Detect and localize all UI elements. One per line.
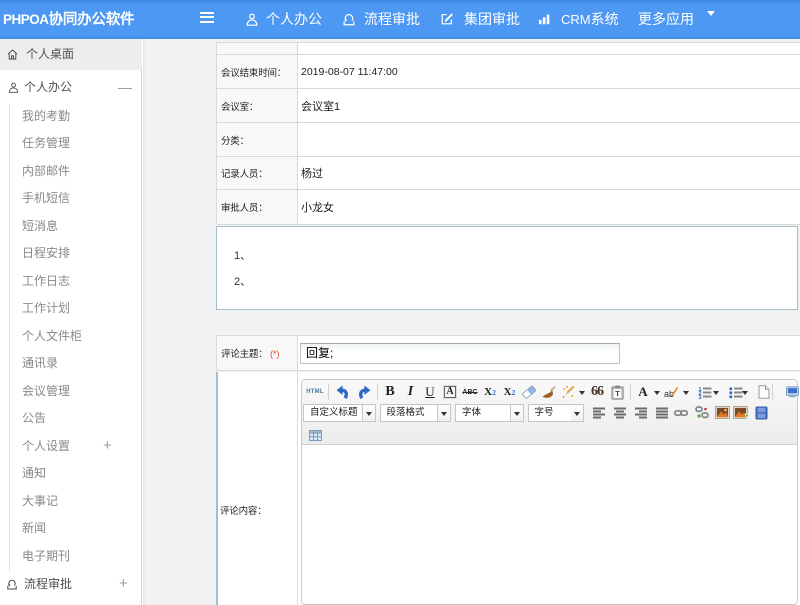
svg-text:T: T: [615, 389, 620, 398]
svg-text:3: 3: [699, 395, 702, 399]
